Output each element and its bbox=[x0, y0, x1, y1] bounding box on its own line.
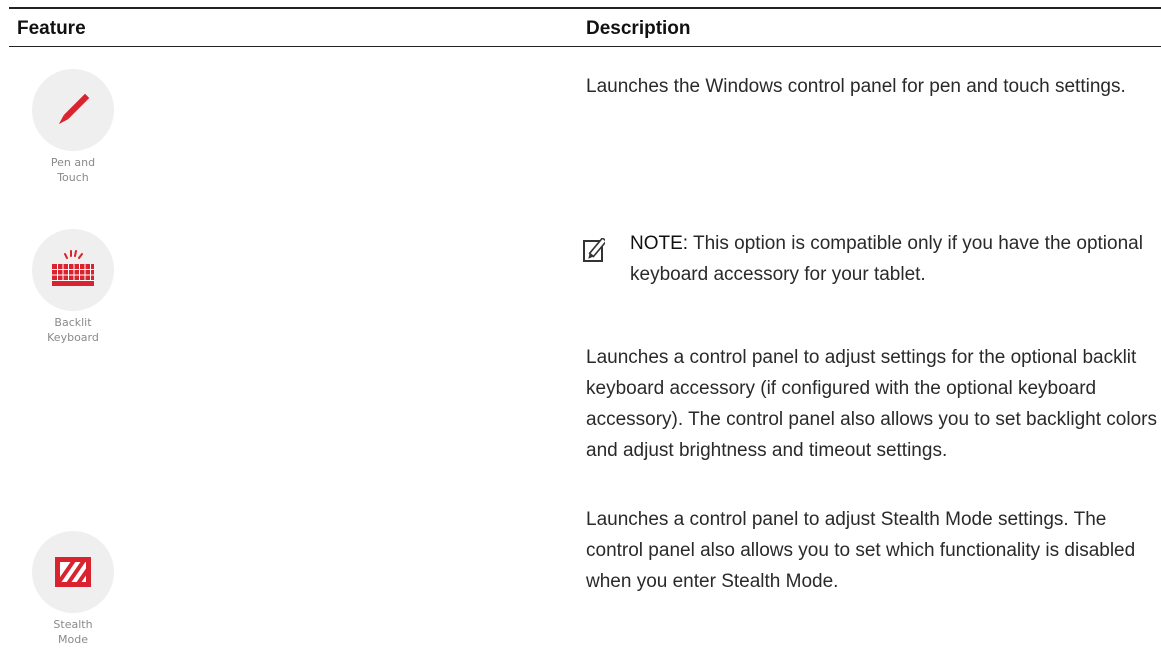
feature-backlit-keyboard: Backlit Keyboard bbox=[32, 229, 114, 345]
feature-table: Feature Description Pen and Touch Launch… bbox=[0, 0, 1161, 654]
description-stealth-mode: Launches a control panel to adjust Steal… bbox=[586, 509, 1136, 592]
feature-label: Pen and Touch bbox=[50, 156, 96, 184]
note-label: NOTE: bbox=[630, 233, 689, 254]
feature-label: Backlit Keyboard bbox=[47, 316, 99, 344]
header-description: Description bbox=[586, 18, 691, 39]
note-text: NOTE: This option is compatible only if … bbox=[630, 228, 1161, 290]
header-rule bbox=[9, 46, 1161, 47]
stealth-icon-circle bbox=[32, 531, 114, 613]
feature-pen-and-touch: Pen and Touch bbox=[32, 69, 114, 185]
header-feature: Feature bbox=[17, 18, 86, 39]
keyboard-icon-circle bbox=[32, 229, 114, 311]
backlit-keyboard-icon bbox=[52, 250, 94, 286]
description-backlit-keyboard: Launches a control panel to adjust setti… bbox=[586, 347, 1157, 461]
feature-label: Stealth Mode bbox=[53, 618, 93, 646]
pen-icon-circle bbox=[32, 69, 114, 151]
pen-icon bbox=[58, 93, 90, 125]
feature-stealth-mode: Stealth Mode bbox=[32, 531, 114, 647]
table-top-rule bbox=[9, 7, 1161, 9]
note-pencil-icon bbox=[583, 238, 605, 262]
stealth-mode-icon bbox=[55, 557, 91, 587]
note-body: This option is compatible only if you ha… bbox=[630, 233, 1143, 285]
description-pen-and-touch: Launches the Windows control panel for p… bbox=[586, 76, 1126, 97]
